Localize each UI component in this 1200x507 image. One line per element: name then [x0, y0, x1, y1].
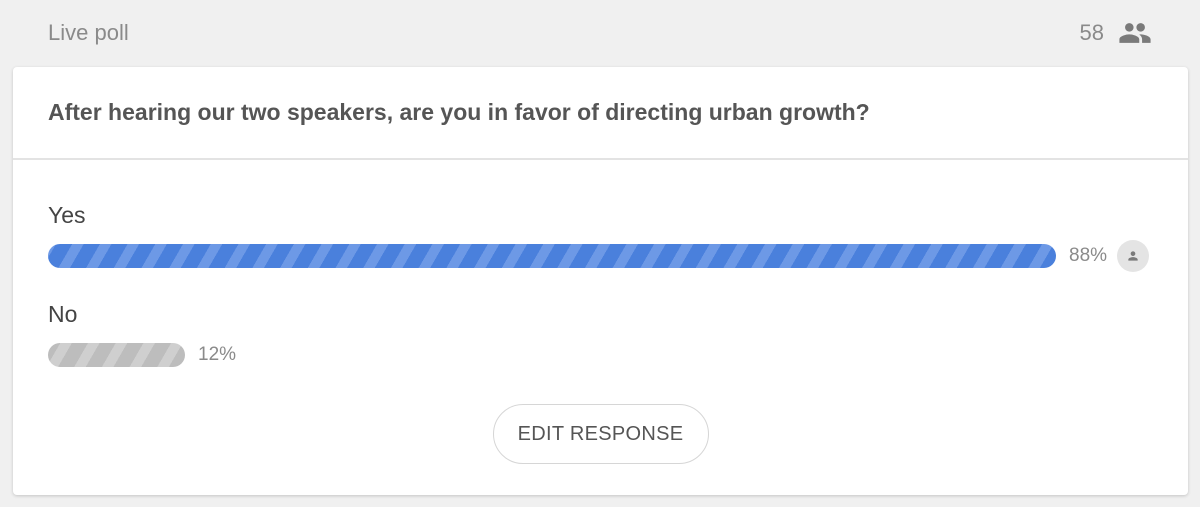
poll-option-no: No 12% [48, 301, 1153, 368]
result-row: 88% [48, 240, 1153, 272]
poll-option-yes: Yes 88% [48, 202, 1153, 272]
result-percent: 88% [1069, 245, 1108, 266]
poll-options: Yes 88% No 12% [13, 202, 1188, 368]
person-icon [1128, 251, 1138, 261]
participant-count: 58 [1079, 20, 1104, 45]
poll-title: Live poll [48, 20, 129, 45]
poll-question: After hearing our two speakers, are you … [13, 67, 1188, 160]
poll-header: Live poll 58 [0, 0, 1200, 66]
participant-count-group: 58 [1080, 16, 1152, 50]
my-vote-icon [1117, 240, 1150, 272]
result-row: 12% [48, 342, 1153, 368]
result-bar [48, 343, 185, 367]
option-label: No [48, 301, 78, 327]
result-percent: 12% [198, 344, 237, 365]
edit-response-button[interactable]: EDIT RESPONSE [492, 404, 709, 464]
poll-card: After hearing our two speakers, are you … [13, 67, 1188, 495]
edit-response-wrap: EDIT RESPONSE [13, 404, 1188, 464]
people-icon [1119, 23, 1151, 43]
result-bar [48, 244, 1056, 268]
option-label: Yes [48, 202, 86, 228]
